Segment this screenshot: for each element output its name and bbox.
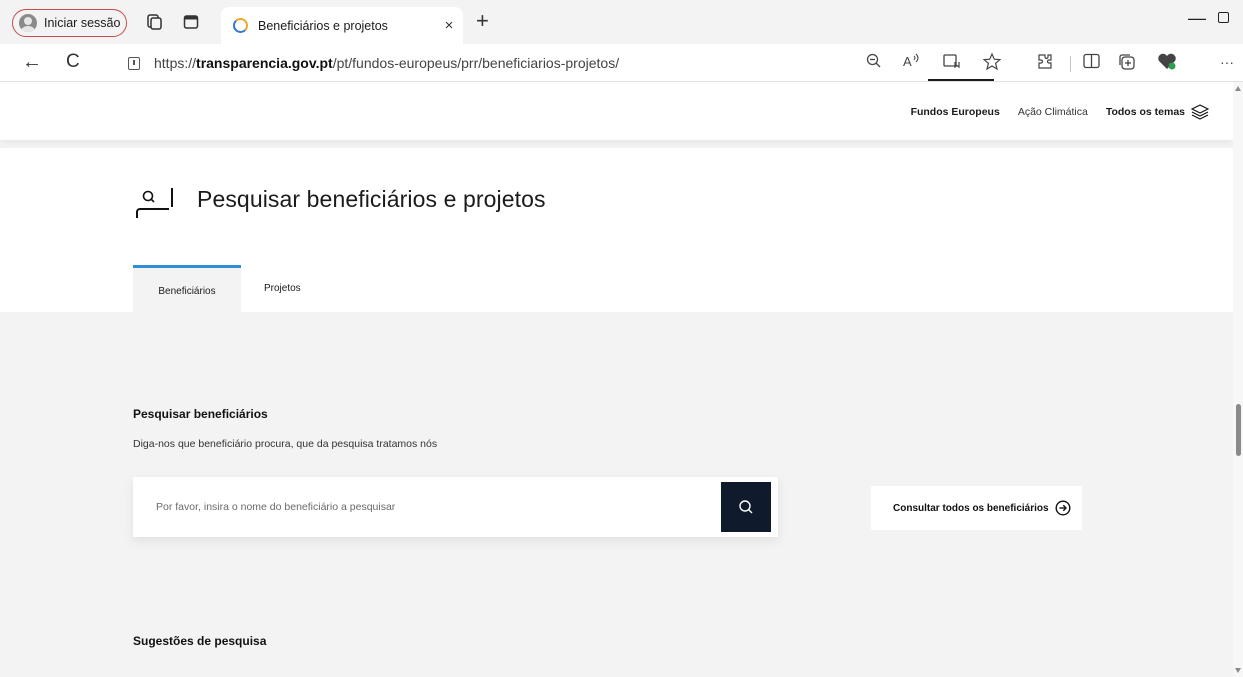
browser-essentials-icon[interactable] [1157, 53, 1177, 76]
search-icon [739, 500, 753, 514]
back-button[interactable]: ← [22, 52, 42, 72]
avatar-icon [19, 14, 37, 32]
url-prefix: https:// [154, 55, 197, 71]
workspaces-icon[interactable] [145, 13, 163, 31]
nav-fundos-europeus[interactable]: Fundos Europeus [911, 106, 1000, 118]
scroll-down-arrow-icon[interactable] [1235, 668, 1241, 673]
lock-icon [128, 56, 140, 70]
collections-icon[interactable] [1118, 53, 1136, 76]
close-icon[interactable]: × [435, 17, 463, 34]
favorite-star-icon[interactable] [982, 52, 1002, 75]
search-button[interactable] [721, 482, 771, 532]
extensions-icon[interactable] [1036, 53, 1054, 76]
nav-todos-os-temas[interactable]: Todos os temas [1106, 106, 1185, 118]
tab-beneficiarios-page[interactable]: Beneficiários [133, 265, 241, 312]
tab-title: Beneficiários e projetos [258, 18, 388, 33]
minimize-button[interactable]: — [1188, 8, 1206, 29]
tab-beneficiarios[interactable]: Beneficiários e projetos × [221, 7, 463, 44]
tab-projetos[interactable]: Projetos [264, 283, 301, 294]
search-section-title: Pesquisar beneficiários [133, 407, 268, 421]
loading-icon [233, 18, 248, 33]
refresh-button[interactable]: C [66, 52, 80, 72]
address-bar[interactable]: https://transparencia.gov.pt/pt/fundos-e… [112, 48, 852, 78]
beneficiary-search-input[interactable] [133, 477, 721, 537]
tab-actions-icon[interactable] [183, 14, 199, 30]
split-screen-icon[interactable] [1083, 53, 1101, 74]
site-nav: Fundos Europeus Ação Climática Todos os … [893, 104, 1209, 120]
arrow-circle-right-icon [1055, 500, 1071, 516]
zoom-out-icon[interactable] [866, 53, 882, 74]
new-tab-button[interactable]: + [476, 10, 489, 32]
profile-button[interactable]: Iniciar sessão [12, 9, 127, 37]
search-title-icon [135, 188, 177, 225]
site-header: Fundos Europeus Ação Climática Todos os … [0, 82, 1233, 140]
layers-icon[interactable] [1191, 104, 1209, 120]
url-path: /pt/fundos-europeus/prr/beneficiarios-pr… [332, 55, 620, 71]
scrollbar-thumb[interactable] [1236, 404, 1241, 456]
active-indicator [928, 79, 994, 81]
consult-all-beneficiaries-button[interactable]: Consultar todos os beneficiários [871, 486, 1082, 530]
profile-label: Iniciar sessão [44, 16, 121, 30]
scroll-up-arrow-icon[interactable] [1235, 86, 1241, 91]
url-host: transparencia.gov.pt [196, 55, 333, 71]
nav-acao-climatica[interactable]: Ação Climática [1018, 106, 1088, 118]
more-menu-icon[interactable]: ··· [1220, 53, 1234, 71]
consult-all-label: Consultar todos os beneficiários [893, 502, 1049, 514]
svg-text:A: A [903, 54, 912, 69]
suggestions-title: Sugestões de pesquisa [133, 634, 267, 648]
browser-tab-bar: Iniciar sessão Beneficiários e projetos … [0, 0, 1243, 44]
restore-button[interactable] [1218, 12, 1229, 23]
page-title: Pesquisar beneficiários e projetos [197, 186, 546, 212]
immersive-reader-icon[interactable] [943, 53, 961, 74]
browser-nav-bar: ← C https://transparencia.gov.pt/pt/fund… [0, 44, 1243, 82]
search-section-subtitle: Diga-nos que beneficiário procura, que d… [133, 438, 438, 450]
search-box [133, 477, 778, 537]
toolbar-separator [1070, 56, 1071, 72]
read-aloud-icon[interactable]: A [903, 53, 921, 74]
page-scrollbar[interactable] [1233, 82, 1243, 677]
page-content: Fundos Europeus Ação Climática Todos os … [0, 82, 1233, 677]
